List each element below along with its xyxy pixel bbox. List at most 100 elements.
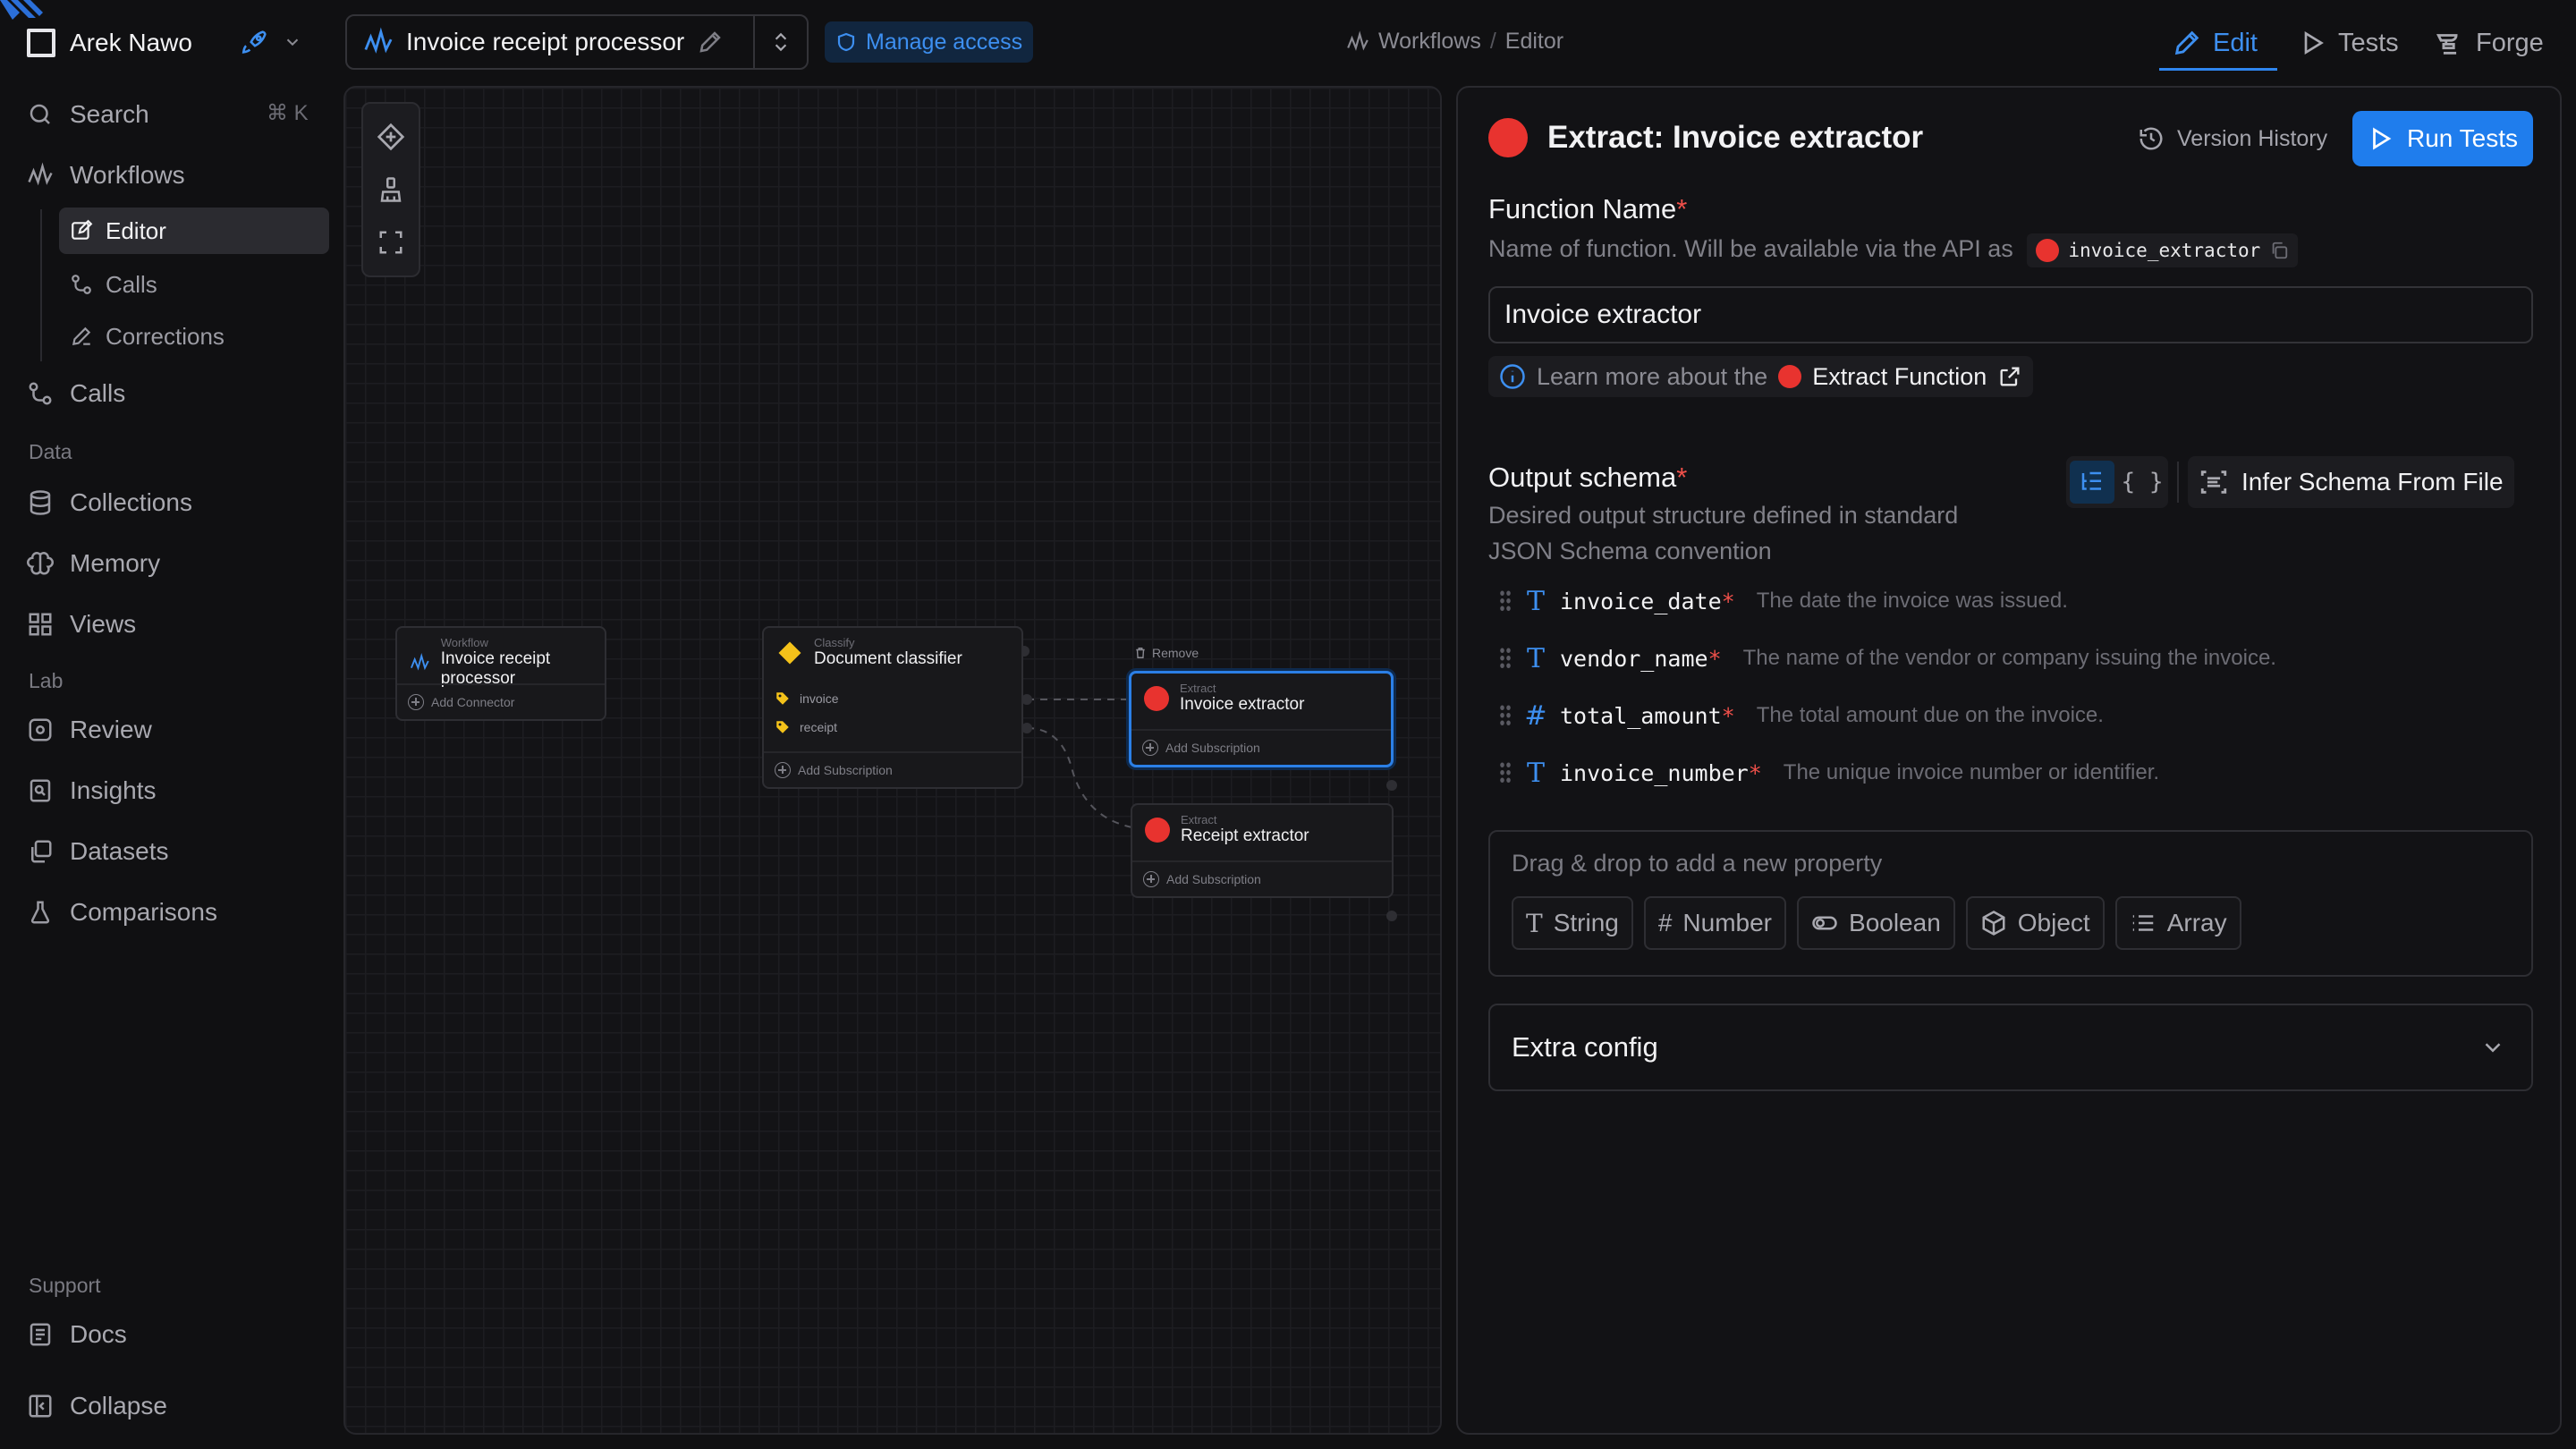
node-invoice-extractor[interactable]: Extract Invoice extractor Add Subscripti…	[1129, 671, 1394, 767]
chevron-down-icon	[286, 38, 299, 47]
add-property-dropzone[interactable]: Drag & drop to add a new property T Stri…	[1488, 830, 2533, 977]
scan-text-icon	[2200, 470, 2227, 494]
version-history-label: Version History	[2177, 125, 2328, 151]
nav-workflows[interactable]: Workflows	[27, 156, 185, 195]
nav-tree-line	[40, 209, 42, 361]
add-connector-label: Add Connector	[431, 695, 515, 709]
extra-config-accordion[interactable]: Extra config	[1488, 1004, 2533, 1091]
drag-handle-icon[interactable]	[1499, 647, 1512, 670]
play-icon	[2373, 127, 2392, 150]
add-object-chip[interactable]: Object	[1965, 896, 2105, 950]
pencil-icon	[72, 326, 91, 346]
nav-comparisons[interactable]: Comparisons	[27, 893, 217, 932]
tree-view-button[interactable]	[2070, 461, 2114, 504]
property-name: invoice_date*	[1560, 589, 1735, 614]
class-receipt[interactable]: receipt	[775, 719, 837, 735]
property-name: invoice_number*	[1560, 760, 1762, 786]
extract-dot-icon	[1144, 686, 1169, 711]
nav-docs[interactable]: Docs	[27, 1315, 127, 1354]
workflow-switch-button[interactable]	[755, 29, 807, 55]
docs-icon	[30, 1323, 51, 1346]
nav-views[interactable]: Views	[27, 605, 136, 644]
remove-node-button[interactable]: Remove	[1134, 646, 1199, 660]
drag-handle-icon[interactable]	[1499, 589, 1512, 613]
schema-property-row[interactable]: # total_amount* The total amount due on …	[1499, 696, 2104, 735]
breadcrumb-workflows[interactable]: Workflows	[1378, 29, 1481, 55]
active-tab-indicator	[2159, 68, 2277, 71]
add-subscription-button[interactable]: Add Subscription	[1132, 860, 1392, 896]
function-name-label: Function Name*	[1488, 193, 1687, 225]
copy-icon	[31, 840, 52, 863]
api-name-chip[interactable]: invoice_extractor	[2027, 233, 2299, 267]
schema-property-row[interactable]: T invoice_date* The date the invoice was…	[1499, 581, 2068, 621]
insights-icon	[30, 779, 51, 802]
run-tests-button[interactable]: Run Tests	[2352, 111, 2533, 166]
rocket-icon	[242, 30, 267, 54]
node-receipt-extractor[interactable]: Extract Receipt extractor Add Subscripti…	[1131, 803, 1394, 898]
section-lab: Lab	[29, 669, 64, 692]
property-description: The name of the vendor or company issuin…	[1742, 646, 2276, 670]
tab-forge[interactable]: Forge	[2435, 18, 2544, 68]
manage-access-button[interactable]: Manage access	[825, 21, 1034, 63]
nav-collections[interactable]: Collections	[27, 483, 192, 522]
output-schema-label-text: Output schema	[1488, 462, 1677, 493]
nav-calls[interactable]: Calls	[27, 374, 125, 413]
schema-property-row[interactable]: T vendor_name* The name of the vendor or…	[1499, 639, 2276, 678]
add-array-chip[interactable]: Array	[2114, 896, 2241, 950]
rename-pencil-icon[interactable]	[697, 29, 724, 55]
output-schema-desc-line-2: JSON Schema convention	[1488, 538, 1772, 564]
tab-tests[interactable]: Tests	[2299, 18, 2399, 68]
chevron-down-icon	[2485, 1043, 2501, 1053]
drag-handle-icon[interactable]	[1499, 761, 1512, 784]
nav-insights[interactable]: Insights	[27, 771, 157, 810]
function-name-input[interactable]: Invoice extractor	[1488, 286, 2533, 343]
workspace-menu[interactable]	[240, 27, 302, 57]
nav-insights-label: Insights	[70, 776, 157, 804]
nav-review[interactable]: Review	[27, 710, 152, 750]
nav-memory[interactable]: Memory	[27, 544, 160, 583]
node-header: Extract Invoice extractor	[1131, 674, 1391, 720]
workflow-selector[interactable]: Invoice receipt processor	[345, 14, 809, 70]
nav-collapse[interactable]: Collapse	[27, 1386, 167, 1426]
workflow-title: Invoice receipt processor	[406, 28, 685, 55]
dropzone-label: Drag & drop to add a new property	[1512, 850, 1883, 877]
nav-corrections[interactable]: Corrections	[59, 313, 329, 360]
add-subscription-button[interactable]: Add Subscription	[764, 751, 1021, 787]
class-invoice[interactable]: invoice	[775, 691, 839, 707]
section-support: Support	[29, 1274, 101, 1297]
play-icon	[2304, 30, 2324, 55]
edit-icon	[72, 219, 93, 240]
add-connector-button[interactable]: Add Connector	[397, 683, 605, 719]
nav-datasets[interactable]: Datasets	[27, 832, 169, 871]
node-workflow[interactable]: Workflow Invoice receipt processor Add C…	[395, 626, 606, 721]
nav-corrections-label: Corrections	[106, 322, 225, 350]
nav-workflow-calls[interactable]: Calls	[59, 261, 329, 308]
learn-more-link[interactable]: Learn more about the Extract Function	[1488, 356, 2034, 397]
add-subscription-button[interactable]: Add Subscription	[1131, 729, 1391, 765]
add-number-chip[interactable]: # Number	[1643, 896, 1787, 950]
add-string-chip[interactable]: T String	[1512, 896, 1633, 950]
version-history-button[interactable]: Version History	[2138, 125, 2327, 152]
chevrons-up-down-icon	[775, 32, 787, 52]
chip-label: Array	[2166, 909, 2227, 936]
tab-edit[interactable]: Edit	[2172, 18, 2258, 68]
json-view-button[interactable]: { }	[2120, 461, 2165, 504]
nav-editor[interactable]: Editor	[59, 208, 329, 254]
nav-collections-label: Collections	[70, 488, 192, 516]
nav-search[interactable]: Search	[27, 95, 149, 134]
infer-schema-button[interactable]: Infer Schema From File	[2188, 456, 2514, 508]
drag-handle-icon[interactable]	[1499, 704, 1512, 727]
node-document-classifier[interactable]: Classify Document classifier invoice rec…	[762, 626, 1023, 789]
account-switcher[interactable]: Arek Nawo	[27, 25, 192, 61]
panel-title: Extract: Invoice extractor	[1488, 118, 1923, 157]
collapse-icon	[29, 1394, 52, 1418]
property-name: total_amount*	[1560, 703, 1735, 729]
schema-property-row[interactable]: T invoice_number* The unique invoice num…	[1499, 753, 2159, 792]
node-header: Extract Receipt extractor	[1132, 805, 1392, 852]
workflow-title-area[interactable]: Invoice receipt processor	[347, 16, 753, 68]
workflow-canvas[interactable]: Workflow Invoice receipt processor Add C…	[343, 86, 1442, 1435]
copy-icon[interactable]	[2269, 241, 2289, 260]
brain-icon	[27, 552, 54, 575]
workflow-icon	[364, 27, 393, 54]
add-boolean-chip[interactable]: Boolean	[1797, 896, 1955, 950]
